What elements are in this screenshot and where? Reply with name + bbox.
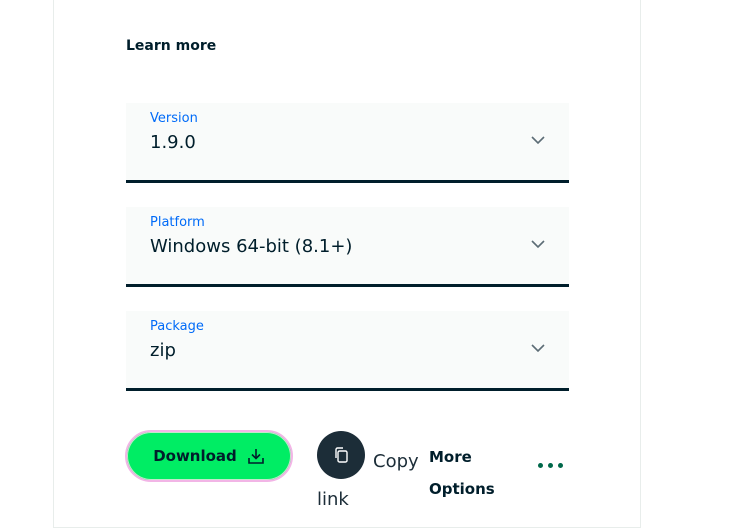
version-select[interactable]: Version 1.9.0	[126, 103, 569, 183]
chevron-down-icon	[531, 240, 545, 249]
platform-select-value: Windows 64-bit (8.1+)	[150, 236, 353, 257]
download-icon	[247, 449, 264, 464]
dot	[538, 463, 543, 468]
copy-link-button[interactable]	[317, 431, 365, 479]
download-button[interactable]: Download	[125, 430, 293, 482]
package-select-value: zip	[150, 340, 176, 361]
chevron-down-icon	[531, 344, 545, 353]
package-select-label: Package	[150, 319, 204, 334]
ellipsis-icon[interactable]	[538, 463, 563, 468]
download-button-label: Download	[153, 447, 237, 465]
platform-select[interactable]: Platform Windows 64-bit (8.1+)	[126, 207, 569, 287]
version-select-value: 1.9.0	[150, 132, 196, 153]
package-select[interactable]: Package zip	[126, 311, 569, 391]
dot	[548, 463, 553, 468]
copy-icon	[335, 447, 348, 463]
chevron-down-icon	[531, 136, 545, 145]
platform-select-label: Platform	[150, 215, 205, 230]
version-select-label: Version	[150, 111, 198, 126]
more-options-label[interactable]: More Options	[429, 441, 509, 505]
learn-more-link[interactable]: Learn more	[126, 38, 216, 54]
dot	[558, 463, 563, 468]
